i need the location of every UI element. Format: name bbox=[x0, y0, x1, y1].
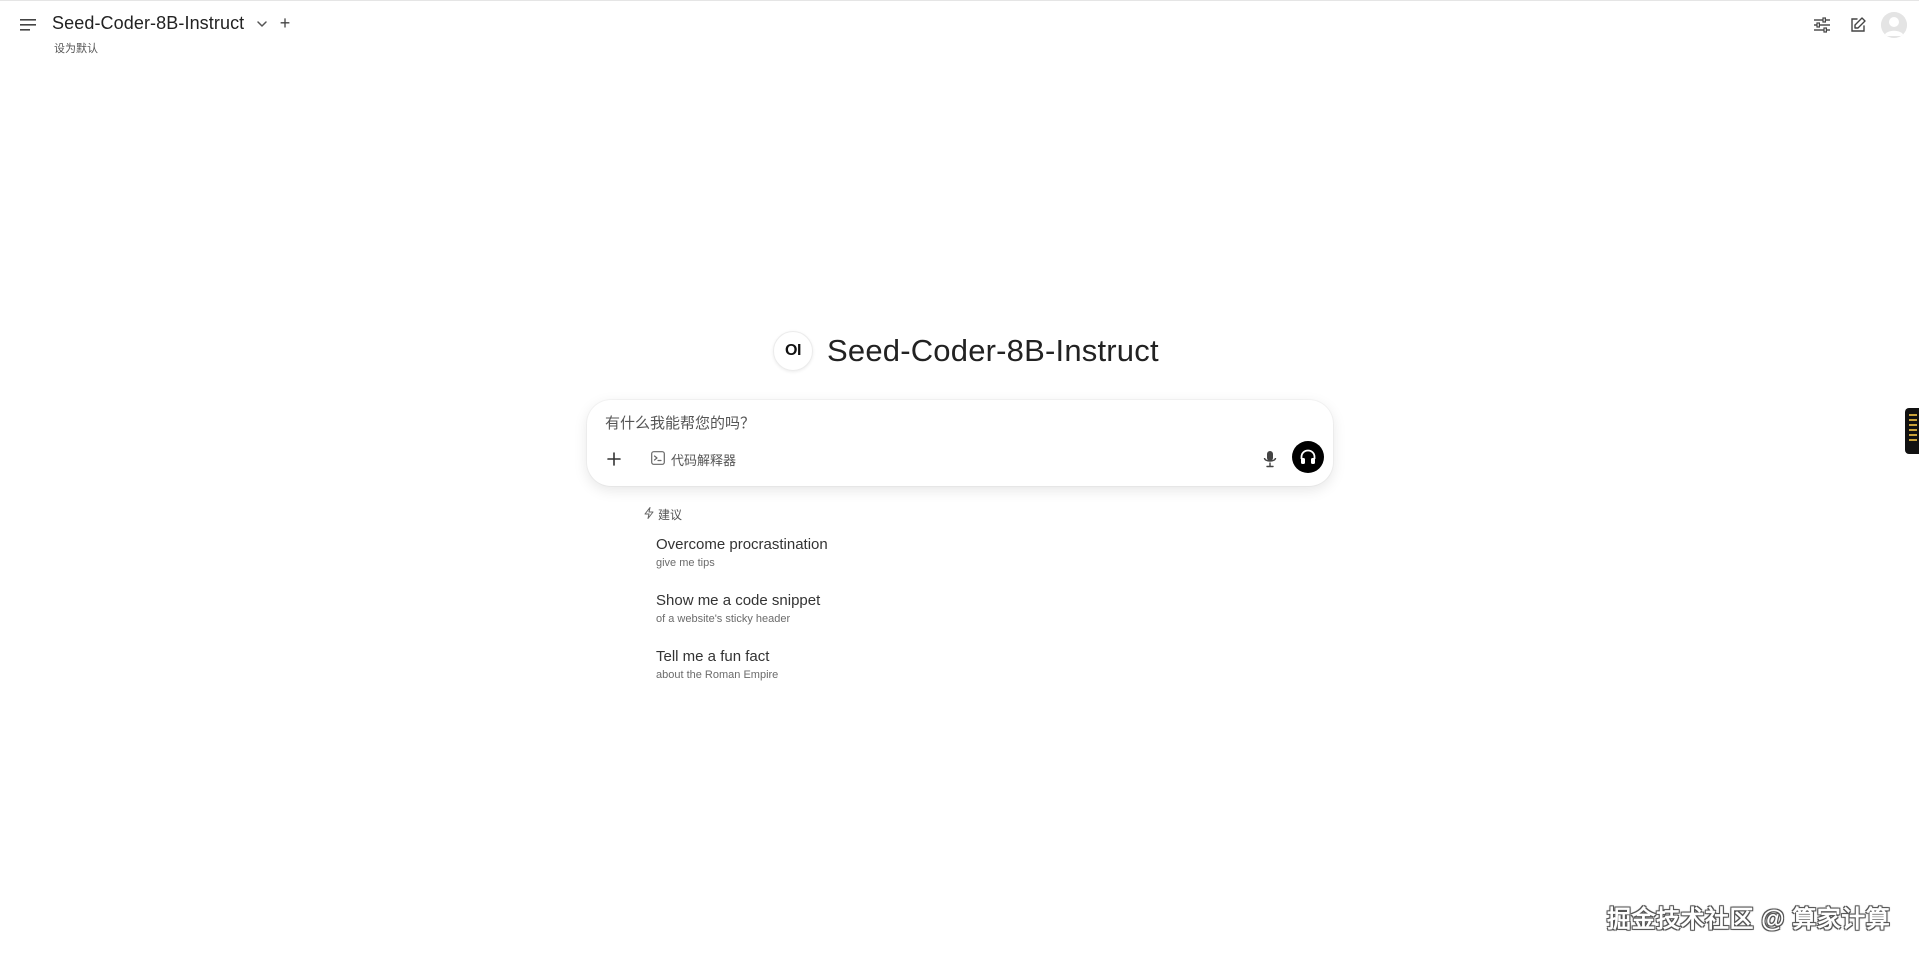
set-default-link[interactable]: 设为默认 bbox=[54, 40, 98, 56]
add-model-button[interactable]: + bbox=[277, 14, 293, 32]
suggestion-item[interactable]: Overcome procrastination give me tips bbox=[656, 536, 976, 569]
hero-title: Seed-Coder-8B-Instruct bbox=[827, 333, 1159, 368]
suggestion-subtitle: give me tips bbox=[656, 557, 715, 569]
user-avatar-icon[interactable] bbox=[1881, 12, 1907, 38]
top-bar: Seed-Coder-8B-Instruct + 设为默认 bbox=[0, 0, 1919, 60]
suggestions-header: 建议 bbox=[644, 506, 682, 523]
message-input[interactable] bbox=[605, 412, 1205, 434]
suggestion-title: Overcome procrastination bbox=[656, 536, 828, 553]
headphones-icon[interactable] bbox=[1292, 441, 1324, 473]
hamburger-menu-icon[interactable] bbox=[16, 14, 40, 36]
edit-icon[interactable] bbox=[1845, 12, 1871, 38]
suggestion-item[interactable]: Tell me a fun fact about the Roman Empir… bbox=[656, 648, 976, 681]
floating-side-widget[interactable] bbox=[1905, 408, 1919, 454]
suggestion-subtitle: of a website's sticky header bbox=[656, 613, 791, 625]
watermark: 掘金技术社区 @ 算家计算 bbox=[1607, 906, 1891, 933]
microphone-icon[interactable] bbox=[1259, 448, 1281, 470]
model-selector[interactable]: Seed-Coder-8B-Instruct bbox=[52, 13, 244, 34]
suggestions-header-label: 建议 bbox=[658, 508, 683, 522]
sliders-icon[interactable] bbox=[1809, 12, 1835, 38]
code-interpreter-toggle[interactable]: 代码解释器 bbox=[651, 448, 736, 470]
suggestion-subtitle: about the Roman Empire bbox=[656, 669, 779, 681]
suggestion-title: Show me a code snippet bbox=[656, 592, 821, 609]
plus-icon[interactable] bbox=[603, 448, 625, 470]
lightning-icon bbox=[644, 507, 654, 522]
suggestion-item[interactable]: Show me a code snippet of a website's st… bbox=[656, 592, 976, 625]
top-right-controls bbox=[1809, 11, 1907, 39]
app-logo: OI bbox=[773, 331, 813, 371]
code-terminal-icon bbox=[651, 450, 665, 468]
message-composer: 代码解释器 bbox=[587, 400, 1333, 486]
hero: OI Seed-Coder-8B-Instruct bbox=[773, 330, 1159, 372]
chevron-down-icon[interactable] bbox=[254, 16, 270, 32]
code-interpreter-label: 代码解释器 bbox=[671, 452, 737, 468]
suggestion-title: Tell me a fun fact bbox=[656, 648, 770, 665]
